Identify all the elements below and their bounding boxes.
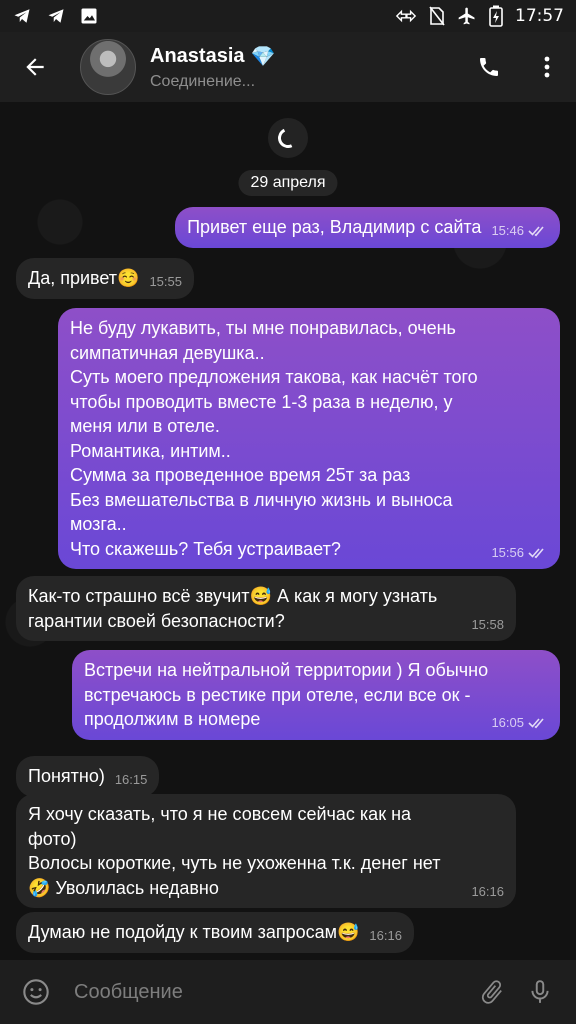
avatar[interactable]: [80, 39, 136, 95]
message-meta: 15:46: [491, 223, 548, 239]
message-time: 15:55: [149, 274, 182, 289]
battery-charging-icon: [489, 5, 503, 27]
message-incoming[interactable]: Как-то страшно всё звучит😅 А как я могу …: [16, 576, 516, 641]
airplane-icon: [458, 7, 475, 25]
message-outgoing[interactable]: Встречи на нейтральной территории ) Я об…: [72, 650, 560, 740]
spinner-arc-icon: [275, 125, 301, 151]
status-time: 17:57: [515, 6, 564, 26]
no-sim-icon: [429, 6, 445, 26]
message-time: 15:56: [491, 544, 524, 560]
contact-title-block[interactable]: Anastasia 💎 Соединение...: [150, 44, 275, 91]
message-incoming[interactable]: Думаю не подойду к твоим запросам😅 16:16: [16, 912, 414, 953]
message-time: 16:05: [491, 715, 524, 730]
message-text: Встречи на нейтральной территории ) Я об…: [84, 660, 489, 729]
telegram-icon: [14, 9, 30, 23]
header-actions: [460, 32, 576, 102]
chat-header: Anastasia 💎 Соединение...: [0, 32, 576, 102]
message-text: Как-то страшно всё звучит😅 А как я могу …: [28, 586, 438, 631]
image-icon: [81, 8, 97, 24]
connection-status: Соединение...: [150, 72, 256, 90]
status-bar: 17:57: [0, 0, 576, 32]
message-text: Привет еще раз, Владимир с сайта: [187, 217, 482, 237]
double-check-icon: [528, 547, 544, 558]
back-button[interactable]: [0, 32, 70, 102]
message-text: Я хочу сказать, что я не совсем сейчас к…: [28, 804, 441, 898]
message-outgoing[interactable]: Не буду лукавить, ты мне понравилась, оч…: [58, 308, 560, 569]
voice-button[interactable]: [516, 968, 564, 1016]
date-separator: 29 апреля: [238, 170, 338, 196]
message-incoming[interactable]: Да, привет☺️ 15:55: [16, 258, 194, 299]
back-arrow-icon: [26, 58, 44, 76]
emoji-button[interactable]: [12, 968, 60, 1016]
message-time: 16:16: [471, 883, 504, 899]
premium-badge-icon: 💎: [250, 45, 276, 68]
contact-name: Anastasia 💎: [150, 44, 275, 69]
message-incoming[interactable]: Понятно) 16:15: [16, 756, 160, 797]
loading-spinner: [268, 118, 308, 158]
message-time: 16:16: [369, 928, 402, 943]
message-outgoing[interactable]: Привет еще раз, Владимир с сайта 15:46: [175, 207, 560, 248]
status-left: [12, 7, 98, 25]
phone-icon: [480, 58, 498, 76]
message-meta: 16:16: [369, 928, 402, 944]
status-right: 17:57: [395, 5, 564, 27]
more-vert-icon: [544, 56, 550, 78]
chat-area[interactable]: 29 апреля Привет еще раз, Владимир с сай…: [0, 102, 576, 960]
message-meta: 16:05: [491, 715, 548, 731]
message-input[interactable]: Сообщение: [74, 981, 468, 1004]
message-time: 16:15: [114, 772, 148, 787]
emoji-icon: [23, 979, 49, 1005]
message-text: Не буду лукавить, ты мне понравилась, оч…: [70, 318, 478, 559]
attach-icon: [481, 980, 502, 1004]
message-meta: 16:15: [115, 772, 148, 788]
call-button[interactable]: [460, 32, 518, 102]
message-meta: 15:58: [471, 617, 504, 633]
contact-name-text: Anastasia: [150, 44, 245, 67]
more-button[interactable]: [518, 32, 576, 102]
message-meta: 15:56: [491, 545, 548, 561]
message-meta: 16:16: [471, 884, 504, 900]
mic-icon: [531, 980, 549, 1003]
data-saver-icon: [395, 9, 417, 23]
telegram-icon: [48, 9, 64, 23]
double-check-icon: [528, 718, 544, 729]
message-time: 15:46: [491, 223, 524, 238]
composer: Сообщение: [0, 960, 576, 1024]
message-text: Да, привет☺️: [28, 268, 140, 288]
message-meta: 15:55: [149, 274, 182, 290]
message-incoming[interactable]: Я хочу сказать, что я не совсем сейчас к…: [16, 794, 516, 908]
message-text: Думаю не подойду к твоим запросам😅: [28, 922, 360, 942]
attach-button[interactable]: [468, 968, 516, 1016]
double-check-icon: [528, 226, 544, 237]
message-time: 15:58: [471, 616, 504, 632]
message-text: Понятно): [28, 766, 105, 786]
